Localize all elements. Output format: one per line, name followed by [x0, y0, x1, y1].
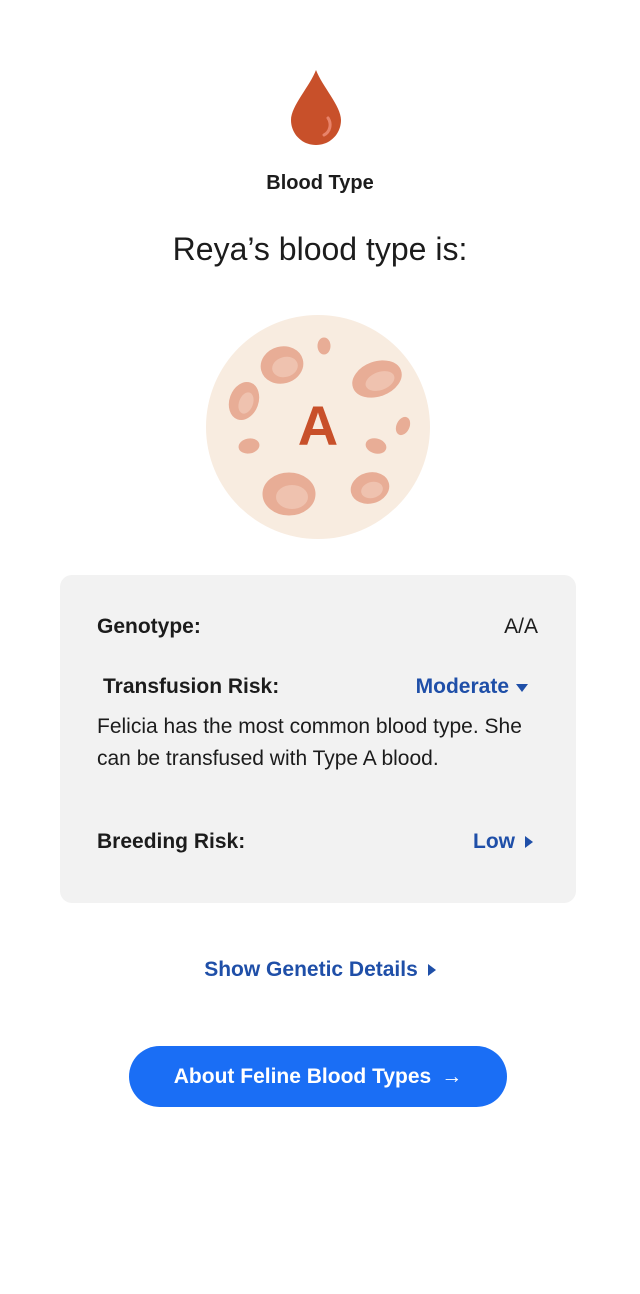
blood-type-letter: A — [297, 394, 339, 457]
caret-right-icon — [427, 964, 436, 976]
transfusion-risk-value: Moderate — [415, 675, 509, 698]
about-button-label: About Feline Blood Types — [173, 1064, 432, 1088]
show-genetic-details-link[interactable]: Show Genetic Details — [0, 958, 640, 982]
about-feline-blood-types-button[interactable]: About Feline Blood Types → — [129, 1046, 507, 1107]
page-title: Reya’s blood type is: — [172, 231, 468, 267]
section-label: Blood Type — [266, 172, 374, 194]
transfusion-risk-dropdown[interactable]: Moderate — [416, 675, 528, 699]
arrow-right-icon: → — [441, 1064, 463, 1088]
breeding-risk-label: Breeding Risk: — [97, 830, 246, 853]
breeding-risk-value: Low — [473, 830, 515, 853]
caret-down-icon — [516, 684, 528, 692]
transfusion-description: Felicia has the most common blood type. … — [97, 715, 522, 770]
blood-drop-icon — [291, 70, 341, 145]
transfusion-risk-label: Transfusion Risk: — [103, 675, 280, 698]
breeding-risk-toggle[interactable]: Low — [473, 830, 533, 854]
caret-right-icon — [525, 836, 533, 848]
genotype-label: Genotype: — [97, 615, 201, 638]
genotype-value: A/A — [504, 615, 538, 638]
genetic-details-label: Show Genetic Details — [204, 958, 418, 981]
details-card: Genotype: A/A Transfusion Risk: Moderate… — [60, 575, 576, 903]
